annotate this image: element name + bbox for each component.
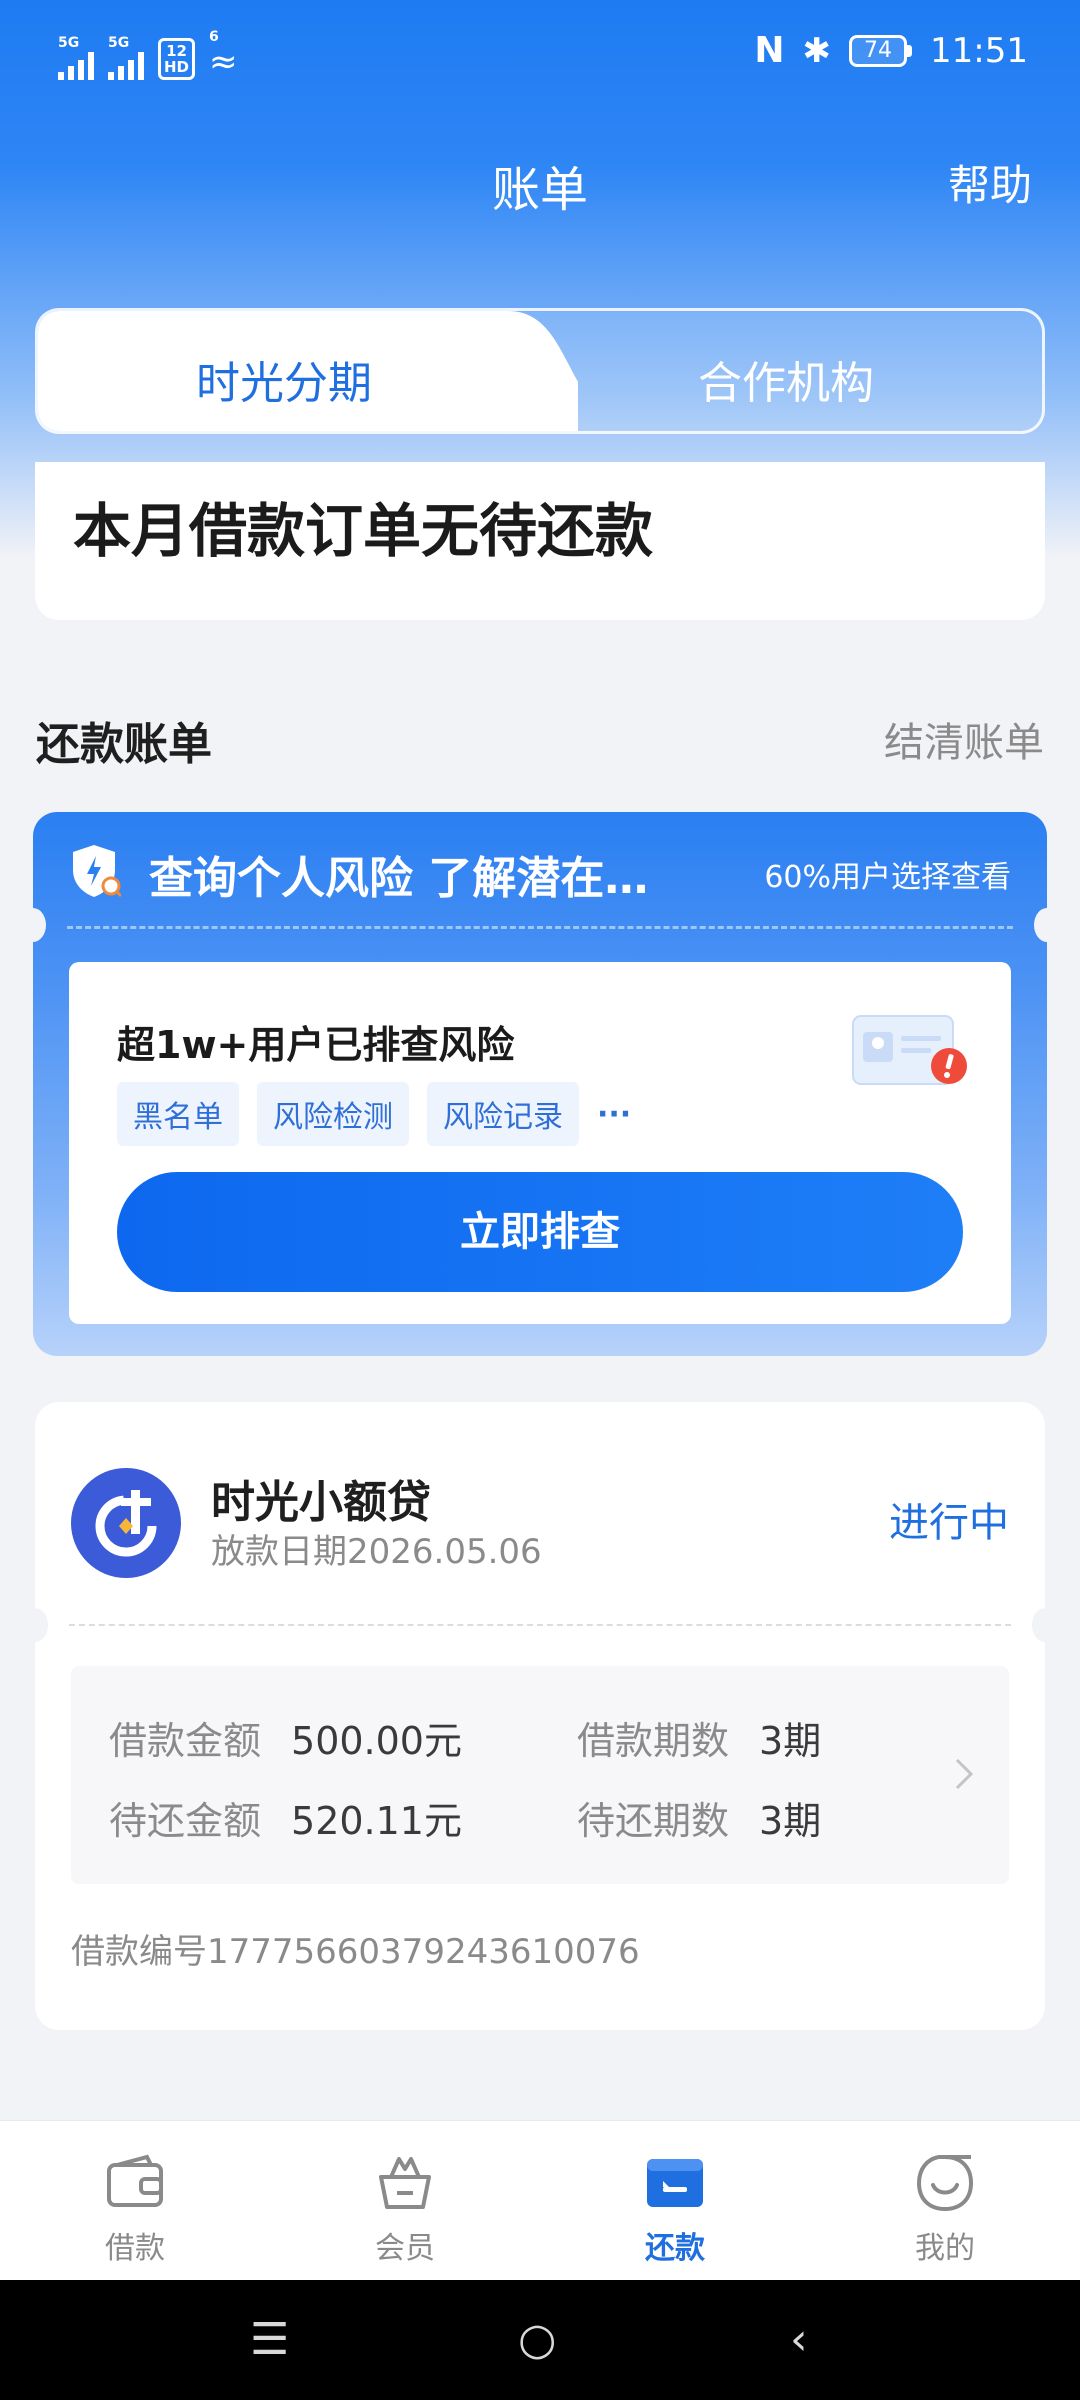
bottom-nav: 借款 会员 还款 我的 [0,2120,1080,2280]
loan-date: 放款日期2026.05.06 [211,1532,542,1572]
tag-blacklist: 黑名单 [117,1082,239,1146]
summary-card: 本月借款订单无待还款 [35,462,1045,620]
risk-headline: 超1w+用户已排查风险 [117,1023,515,1067]
tab-partner-institutions[interactable]: 合作机构 [698,347,874,411]
smile-icon [916,2155,974,2212]
section-title: 还款账单 [36,719,212,770]
tag-risk-detection: 风险检测 [257,1082,409,1146]
due-amount: 待还金额 520.11元 [109,1799,462,1843]
battery-icon: 74 [849,34,913,67]
loan-status: 进行中 [889,1500,1009,1546]
check-now-button[interactable]: 立即排查 [117,1172,963,1292]
bluetooth-icon: ✱ [802,30,832,71]
due-periods: 待还期数 3期 [577,1799,822,1843]
id-card-warning-icon [852,1015,967,1085]
wifi-status: 6 ≈ [209,29,238,82]
nav-borrow[interactable]: 借款 [55,2151,215,2267]
loan-periods: 借款期数 3期 [577,1719,822,1763]
nav-mine[interactable]: 我的 [865,2151,1025,2267]
divider [67,926,1013,929]
chevron-right-icon [955,1758,974,1790]
wifi-icon: ≈ [209,42,238,82]
tag-risk-record: 风险记录 [427,1082,579,1146]
risk-stat: 60%用户选择查看 [764,860,1011,895]
back-icon[interactable]: ‹ [790,2314,808,2365]
status-right: N ✱ 74 11:51 [754,30,1028,71]
loan-product-name: 时光小额贷 [211,1477,431,1528]
risk-inner-panel: 超1w+用户已排查风险 黑名单 风险检测 风险记录 ··· 立即排查 [69,962,1011,1324]
signal-bars-icon [58,50,94,80]
system-navigation-bar: ☰ ○ ‹ [0,2280,1080,2400]
nfc-icon: N [754,30,785,71]
loan-amount: 借款金额 500.00元 [109,1719,462,1763]
risk-tags: 黑名单 风险检测 风险记录 ··· [117,1082,631,1146]
basket-icon [379,2157,431,2209]
tab-shiguang-fenqi[interactable]: 时光分期 [196,347,372,411]
more-tags-icon: ··· [597,1096,632,1132]
wallet-icon [107,2154,163,2207]
nav-repay[interactable]: 还款 [595,2151,755,2267]
summary-text: 本月借款订单无待还款 [73,497,654,565]
loan-number: 借款编号17775660379243610076 [71,1932,640,1972]
divider [69,1624,1011,1626]
page-title: 账单 [491,162,588,218]
risk-title: 查询个人风险 了解潜在… [149,853,649,904]
nav-member[interactable]: 会员 [325,2151,485,2267]
loan-product-logo-icon [71,1468,181,1578]
menu-icon[interactable]: ☰ [250,2314,289,2365]
battery-level: 74 [849,34,908,67]
shield-search-icon [73,845,121,898]
card-icon [647,2159,703,2207]
signal-bars-icon [108,50,144,80]
risk-check-card[interactable]: 查询个人风险 了解潜在… 60%用户选择查看 超1w+用户已排查风险 黑名单 风… [20,812,1060,1356]
home-icon[interactable]: ○ [518,2314,556,2365]
status-left: 5G 5G 12 HD 6 ≈ [58,30,238,80]
loan-detail-panel[interactable]: 借款金额 500.00元 借款期数 3期 待还金额 520.11元 待还期数 3期 [71,1666,1009,1884]
help-button[interactable]: 帮助 [948,152,1032,213]
clock: 11:51 [930,30,1028,71]
status-bar: 5G 5G 12 HD 6 ≈ N ✱ 74 11:51 [0,0,1080,110]
loan-card[interactable]: 时光小额贷 放款日期2026.05.06 进行中 借款金额 500.00元 借款期… [22,1402,1058,2030]
sim2-signal: 5G [108,36,144,80]
settled-bills-link[interactable]: 结清账单 [884,710,1044,768]
tab-bar: 时光分期 合作机构 [35,308,1045,434]
sim1-signal: 5G [58,36,94,80]
hd-badge: 12 HD [158,38,196,80]
